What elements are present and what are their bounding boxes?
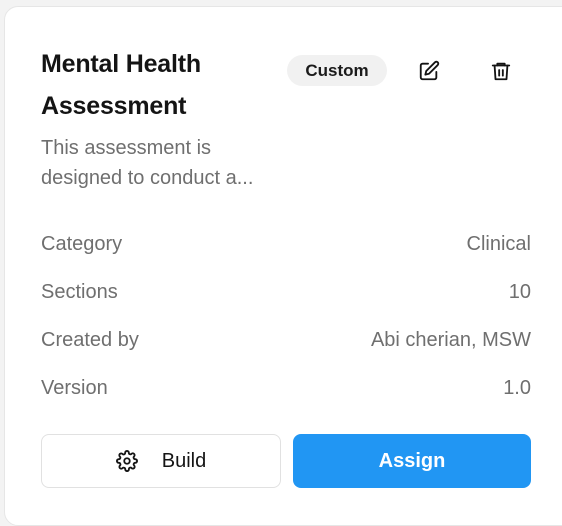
- trash-icon: [491, 62, 511, 81]
- edit-icon: [419, 60, 440, 81]
- delete-button[interactable]: [485, 55, 517, 87]
- custom-badge: Custom: [287, 55, 387, 86]
- assign-button[interactable]: Assign: [293, 434, 531, 488]
- edit-button[interactable]: [413, 55, 445, 87]
- detail-label: Category: [41, 233, 123, 255]
- gear-icon: [115, 450, 138, 472]
- detail-label: Sections: [41, 281, 118, 303]
- assessment-card: Mental Health Assessment Custom This ass…: [4, 6, 562, 526]
- detail-row-created-by: Created by Abi cherian, MSW: [41, 325, 531, 355]
- assessment-title: Mental Health Assessment: [41, 50, 201, 120]
- detail-row-sections: Sections 10: [41, 277, 531, 307]
- build-button-label: Build: [161, 449, 207, 472]
- build-button[interactable]: Build: [41, 434, 281, 488]
- detail-value: Clinical: [466, 233, 531, 255]
- detail-row-version: Version 1.0: [41, 373, 531, 403]
- detail-label: Created by: [41, 329, 139, 351]
- detail-value: Abi cherian, MSW: [370, 329, 531, 351]
- assessment-description: This assessment is designed to conduct a…: [41, 137, 254, 189]
- detail-value: 1.0: [503, 377, 531, 399]
- detail-value: 10: [508, 281, 531, 303]
- detail-label: Version: [41, 377, 108, 399]
- assign-button-label: Assign: [378, 449, 446, 472]
- detail-row-category: Category Clinical: [41, 229, 531, 259]
